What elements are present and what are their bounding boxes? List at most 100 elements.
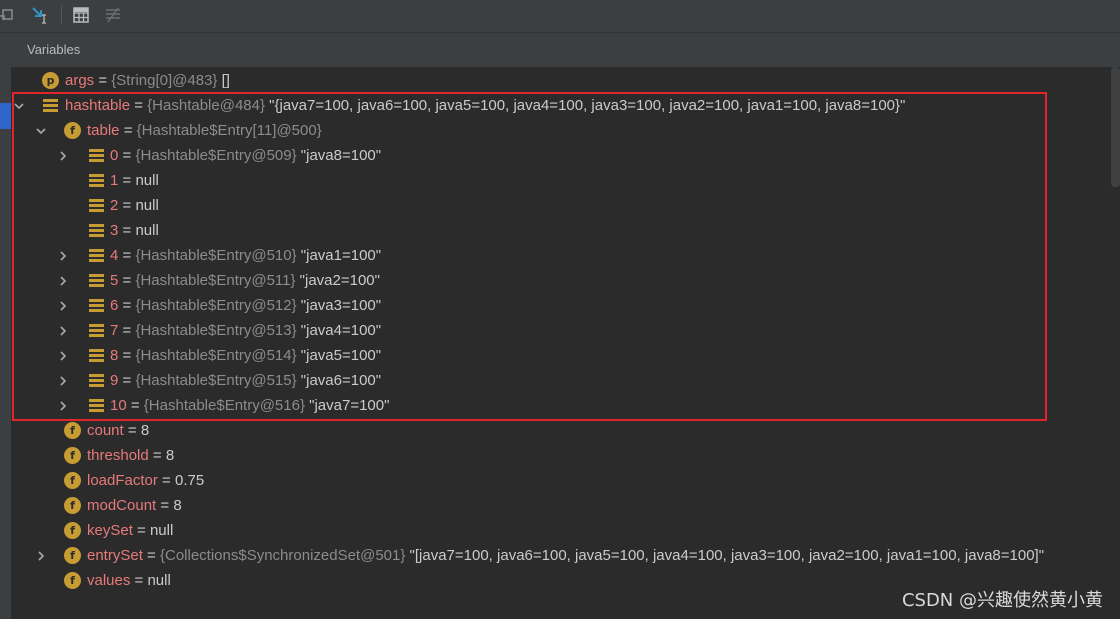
variable-text: 5 = {Hashtable$Entry@511} "java2=100"	[110, 268, 380, 293]
variable-text: 9 = {Hashtable$Entry@515} "java6=100"	[110, 368, 381, 393]
field-icon: f	[64, 497, 81, 514]
variable-row[interactable]: f count = 8	[0, 418, 1109, 443]
variable-type: {Hashtable@484}	[147, 97, 265, 114]
variable-text: 7 = {Hashtable$Entry@513} "java4=100"	[110, 318, 381, 343]
variable-type: {Collections$SynchronizedSet@501}	[159, 547, 406, 564]
variable-type: {Hashtable$Entry@515}	[135, 372, 297, 389]
variables-header: Variables	[11, 33, 1120, 67]
equals-sign: =	[132, 522, 150, 539]
variable-row[interactable]: f loadFactor = 0.75	[0, 468, 1109, 493]
array-icon	[88, 322, 105, 339]
step-into-icon[interactable]	[29, 4, 51, 26]
evaluate-table-icon[interactable]	[70, 4, 92, 26]
equals-sign: =	[94, 72, 112, 89]
variable-value: "java8=100"	[296, 147, 382, 164]
variable-row[interactable]: f entrySet = {Collections$SynchronizedSet…	[0, 543, 1109, 568]
array-icon	[88, 397, 105, 414]
variable-text: table = {Hashtable$Entry[11]@500}	[87, 118, 322, 143]
variable-text: values = null	[87, 568, 171, 593]
chevron-right-icon[interactable]	[56, 268, 70, 293]
panel-title: Variables	[27, 42, 81, 57]
field-icon: f	[64, 522, 81, 539]
variable-name: values	[87, 572, 131, 589]
chevron-right-icon[interactable]	[56, 343, 70, 368]
variable-row[interactable]: f keySet = null	[0, 518, 1109, 543]
variable-row[interactable]: f table = {Hashtable$Entry[11]@500}	[0, 118, 1109, 143]
variable-text: count = 8	[87, 418, 149, 443]
chevron-down-icon[interactable]	[34, 118, 48, 143]
equals-sign: =	[118, 147, 136, 164]
variable-row[interactable]: 7 = {Hashtable$Entry@513} "java4=100"	[0, 318, 1109, 343]
chevron-right-icon[interactable]	[56, 368, 70, 393]
array-icon	[88, 272, 105, 289]
equals-sign: =	[118, 172, 136, 189]
variable-row[interactable]: 2 = null	[0, 193, 1109, 218]
array-icon	[88, 297, 105, 314]
settings-list-icon[interactable]	[102, 4, 124, 26]
variable-value: "{java7=100, java6=100, java5=100, java4…	[265, 97, 906, 114]
chevron-right-icon[interactable]	[56, 243, 70, 268]
array-icon	[88, 247, 105, 264]
variable-row[interactable]: 1 = null	[0, 168, 1109, 193]
variable-row[interactable]: 8 = {Hashtable$Entry@514} "java5=100"	[0, 343, 1109, 368]
variable-value: 0.75	[174, 472, 205, 489]
variable-text: entrySet = {Collections$SynchronizedSet@…	[87, 543, 1044, 568]
chevron-right-icon[interactable]	[56, 393, 70, 418]
equals-sign: =	[142, 547, 160, 564]
equals-sign: =	[118, 272, 136, 289]
chevron-down-icon[interactable]	[12, 93, 26, 118]
chevron-right-icon[interactable]	[56, 293, 70, 318]
variable-type: {Hashtable$Entry@512}	[135, 297, 297, 314]
array-icon	[88, 347, 105, 364]
variable-name: count	[87, 422, 124, 439]
equals-sign: =	[157, 472, 175, 489]
equals-sign: =	[130, 97, 148, 114]
variable-value: 8	[140, 422, 150, 439]
variable-value: null	[149, 522, 174, 539]
variable-name: table	[87, 122, 120, 139]
variable-row[interactable]: 9 = {Hashtable$Entry@515} "java6=100"	[0, 368, 1109, 393]
variable-row[interactable]: f modCount = 8	[0, 493, 1109, 518]
variable-row[interactable]: 4 = {Hashtable$Entry@510} "java1=100"	[0, 243, 1109, 268]
variable-name: keySet	[87, 522, 133, 539]
variable-name: args	[65, 72, 95, 89]
variable-text: threshold = 8	[87, 443, 174, 468]
variable-type: {String[0]@483}	[111, 72, 218, 89]
variable-text: 8 = {Hashtable$Entry@514} "java5=100"	[110, 343, 381, 368]
variable-row[interactable]: f threshold = 8	[0, 443, 1109, 468]
variable-row[interactable]: 5 = {Hashtable$Entry@511} "java2=100"	[0, 268, 1109, 293]
variable-row[interactable]: p args = {String[0]@483} []	[0, 68, 1109, 93]
vertical-scrollbar[interactable]	[1111, 67, 1120, 187]
variable-name: entrySet	[87, 547, 143, 564]
variable-type: {Hashtable$Entry@514}	[135, 347, 297, 364]
variable-name: loadFactor	[87, 472, 158, 489]
array-icon	[88, 172, 105, 189]
variable-row[interactable]: 0 = {Hashtable$Entry@509} "java8=100"	[0, 143, 1109, 168]
parameter-icon: p	[42, 72, 59, 89]
variable-type: {Hashtable$Entry[11]@500}	[136, 122, 322, 139]
variable-text: hashtable = {Hashtable@484} "{java7=100,…	[65, 93, 905, 118]
variable-row[interactable]: 10 = {Hashtable$Entry@516} "java7=100"	[0, 393, 1109, 418]
chevron-right-icon[interactable]	[34, 543, 48, 568]
variable-text: 2 = null	[110, 193, 159, 218]
variable-type: {Hashtable$Entry@516}	[143, 397, 305, 414]
field-icon: f	[64, 122, 81, 139]
variable-text: args = {String[0]@483} []	[65, 68, 230, 93]
equals-sign: =	[119, 122, 137, 139]
array-icon	[88, 197, 105, 214]
debug-toolbar	[0, 0, 1120, 33]
variable-row[interactable]: hashtable = {Hashtable@484} "{java7=100,…	[0, 93, 1109, 118]
equals-sign: =	[126, 397, 144, 414]
variable-row[interactable]: 6 = {Hashtable$Entry@512} "java3=100"	[0, 293, 1109, 318]
restore-layout-icon[interactable]	[0, 4, 18, 26]
variable-name: hashtable	[65, 97, 131, 114]
variable-row[interactable]: 3 = null	[0, 218, 1109, 243]
chevron-right-icon[interactable]	[56, 318, 70, 343]
variable-text: 1 = null	[110, 168, 159, 193]
chevron-right-icon[interactable]	[56, 143, 70, 168]
variable-text: 6 = {Hashtable$Entry@512} "java3=100"	[110, 293, 381, 318]
equals-sign: =	[123, 422, 141, 439]
variable-value: null	[135, 222, 159, 239]
variable-text: modCount = 8	[87, 493, 182, 518]
variable-name: threshold	[87, 447, 149, 464]
